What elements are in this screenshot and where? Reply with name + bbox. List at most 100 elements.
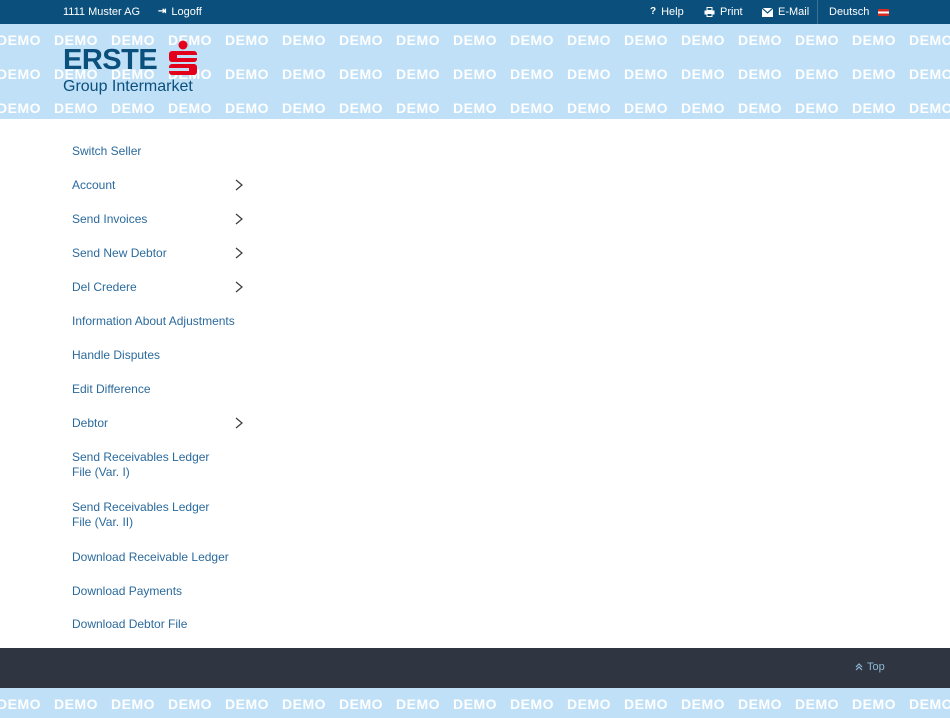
nav-item-label: Send Receivables Ledger File (Var. II): [72, 500, 210, 529]
demo-watermark-text: DEMO: [681, 32, 725, 48]
nav-item-label: Del Credere: [72, 280, 137, 294]
demo-watermark-text: DEMO: [909, 32, 950, 48]
print-icon: [704, 7, 715, 17]
demo-watermark-text: DEMO: [681, 66, 725, 82]
chevron-right-icon: [235, 213, 243, 225]
demo-watermark-text: DEMO: [624, 66, 668, 82]
topbar-divider: [817, 0, 818, 24]
nav-item-label: Switch Seller: [72, 144, 142, 158]
demo-watermark-text: DEMO: [396, 66, 440, 82]
nav-item-debtor[interactable]: Debtor: [72, 416, 243, 431]
logo-sub-text: Group Intermarket: [63, 78, 193, 95]
demo-watermark-text: DEMO: [852, 66, 896, 82]
demo-watermark-text: DEMO: [339, 696, 383, 712]
demo-watermark-text: DEMO: [396, 696, 440, 712]
nav-item-download-payments[interactable]: Download Payments: [72, 584, 182, 599]
erste-logo[interactable]: ERSTE Group Intermarket: [63, 40, 203, 100]
demo-watermark-text: DEMO: [738, 100, 782, 116]
watermark-row: DEMO DEMO DEMO DEMO DEMO DEMO DEMO DEMO DEMO DEMO…: [0, 696, 950, 712]
demo-watermark-text: DEMO: [852, 32, 896, 48]
nav-item-information-about-adjustments[interactable]: Information About Adjustments: [72, 314, 235, 329]
demo-watermark-text: DEMO: [510, 100, 554, 116]
nav-item-label: Information About Adjustments: [72, 314, 235, 328]
demo-watermark-text: DEMO: [0, 100, 41, 116]
demo-watermark-text: DEMO: [168, 100, 212, 116]
user-name: 1111 Muster AG: [63, 6, 141, 18]
demo-watermark-text: DEMO: [852, 100, 896, 116]
demo-watermark-text: DEMO: [681, 696, 725, 712]
nav-item-label: Download Payments: [72, 584, 183, 598]
language-selector[interactable]: Deutsch: [829, 0, 890, 24]
nav-item-label: Account: [72, 178, 116, 192]
demo-watermark-text: DEMO: [0, 696, 41, 712]
logoff-icon: ⇥: [158, 6, 167, 17]
demo-watermark-text: DEMO: [681, 100, 725, 116]
nav-item-label: Download Debtor File: [72, 617, 188, 631]
demo-watermark-text: DEMO: [453, 66, 497, 82]
demo-watermark-text: DEMO: [795, 696, 839, 712]
demo-watermark-text: DEMO: [795, 32, 839, 48]
help-icon: ?: [650, 6, 657, 17]
demo-watermark-text: DEMO: [396, 32, 440, 48]
demo-watermark-text: DEMO: [339, 32, 383, 48]
demo-watermark-text: DEMO: [225, 66, 269, 82]
demo-watermark-text: DEMO: [111, 696, 155, 712]
demo-watermark-text: DEMO: [738, 66, 782, 82]
email-link[interactable]: E-Mail: [762, 0, 809, 24]
nav-item-label: Send Receivables Ledger File (Var. I): [72, 450, 210, 479]
nav-item-del-credere[interactable]: Del Credere: [72, 280, 243, 295]
demo-watermark-text: DEMO: [225, 32, 269, 48]
demo-watermark-text: DEMO: [795, 66, 839, 82]
top-bar: 1111 Muster AG ⇥ Logoff ? Help Print E-M…: [0, 0, 950, 24]
nav-item-handle-disputes[interactable]: Handle Disputes: [72, 348, 160, 363]
help-link[interactable]: ? Help: [650, 0, 684, 24]
chevron-right-icon: [235, 417, 243, 429]
demo-watermark-text: DEMO: [738, 32, 782, 48]
demo-watermark-text: DEMO: [795, 100, 839, 116]
demo-watermark-text: DEMO: [0, 66, 41, 82]
demo-watermark-text: DEMO: [54, 696, 98, 712]
demo-watermark-text: DEMO: [909, 66, 950, 82]
demo-watermark-text: DEMO: [339, 66, 383, 82]
chevron-right-icon: [235, 281, 243, 293]
top-label: Top: [867, 661, 885, 673]
demo-watermark-text: DEMO: [453, 696, 497, 712]
demo-watermark-text: DEMO: [282, 100, 326, 116]
nav-item-download-debtor-file[interactable]: Download Debtor File: [72, 617, 187, 632]
print-link[interactable]: Print: [704, 0, 743, 24]
chevron-right-icon: [235, 179, 243, 191]
nav-item-label: Edit Difference: [72, 382, 151, 396]
nav-item-download-receivable-ledger[interactable]: Download Receivable Ledger: [72, 550, 229, 565]
austria-flag-icon: [878, 8, 890, 16]
demo-watermark-text: DEMO: [909, 100, 950, 116]
sparkasse-s-icon: [169, 40, 197, 75]
demo-watermark-text: DEMO: [567, 696, 611, 712]
nav-item-send-new-debtor[interactable]: Send New Debtor: [72, 246, 243, 261]
back-to-top-link[interactable]: Top: [855, 661, 885, 673]
logoff-link[interactable]: ⇥ Logoff: [158, 0, 202, 24]
nav-item-send-receivables-ledger-file-var-1[interactable]: Send Receivables Ledger File (Var. I): [72, 450, 232, 480]
double-chevron-up-icon: [855, 663, 863, 671]
user-account-name: 1111 Muster AG: [63, 0, 140, 24]
demo-watermark-text: DEMO: [225, 100, 269, 116]
demo-watermark-text: DEMO: [225, 696, 269, 712]
nav-item-label: Send New Debtor: [72, 246, 167, 260]
demo-watermark-text: DEMO: [909, 696, 950, 712]
demo-watermark-text: DEMO: [567, 66, 611, 82]
demo-watermark-text: DEMO: [168, 696, 212, 712]
print-label: Print: [720, 6, 743, 18]
demo-watermark-text: DEMO: [111, 100, 155, 116]
nav-item-edit-difference[interactable]: Edit Difference: [72, 382, 151, 397]
demo-watermark-text: DEMO: [567, 32, 611, 48]
nav-item-send-invoices[interactable]: Send Invoices: [72, 212, 243, 227]
demo-watermark-text: DEMO: [624, 100, 668, 116]
footer: [0, 648, 950, 688]
demo-watermark-text: DEMO: [282, 32, 326, 48]
nav-item-account[interactable]: Account: [72, 178, 243, 193]
demo-watermark-text: DEMO: [282, 66, 326, 82]
demo-watermark-text: DEMO: [54, 100, 98, 116]
nav-item-send-receivables-ledger-file-var-2[interactable]: Send Receivables Ledger File (Var. II): [72, 500, 232, 530]
nav-item-switch-seller[interactable]: Switch Seller: [72, 144, 141, 159]
demo-watermark-text: DEMO: [624, 32, 668, 48]
nav-item-label: Handle Disputes: [72, 348, 161, 362]
